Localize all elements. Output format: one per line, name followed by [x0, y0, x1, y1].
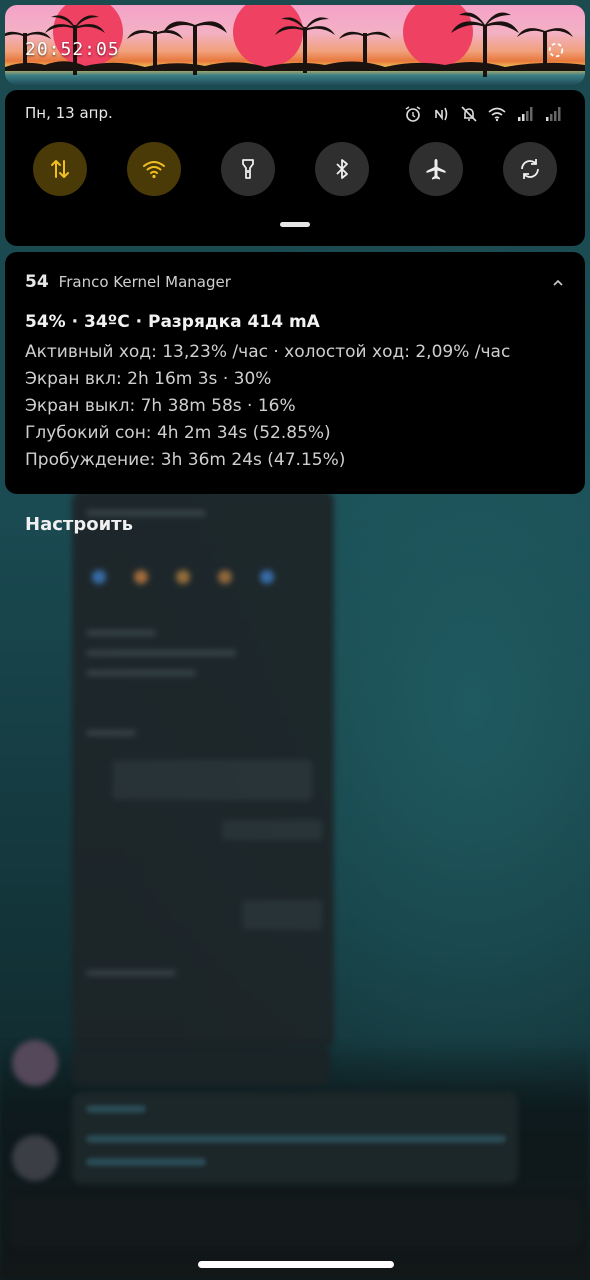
data-arrows-icon — [51, 160, 69, 178]
cell-signal-2-icon — [546, 107, 561, 121]
bg-line — [86, 1105, 146, 1113]
manage-notifications-button[interactable]: Настроить — [25, 514, 133, 535]
bg-avatar — [12, 1040, 58, 1086]
alarm-icon — [405, 106, 421, 122]
bg-dot — [260, 570, 274, 584]
notification-line: Экран вкл: 2h 16m 3s · 30% — [25, 369, 272, 389]
notification-title: 54% · 34ºC · Разрядка 414 mA — [25, 312, 320, 332]
cell-signal-icon — [518, 107, 533, 121]
bg-row — [112, 760, 312, 800]
bg-avatar — [12, 1135, 58, 1181]
nfc-icon — [435, 107, 448, 121]
tile-auto-rotate[interactable] — [503, 142, 557, 196]
clock: 20:52:05 — [25, 39, 120, 60]
loading-spinner-icon — [548, 42, 564, 58]
quick-settings-panel: Пн, 13 апр. — [5, 90, 585, 246]
bg-row — [222, 820, 322, 840]
bg-row — [242, 900, 322, 930]
bg-row — [86, 730, 136, 736]
tile-flashlight[interactable] — [221, 142, 275, 196]
wifi-signal-icon — [488, 107, 506, 122]
bg-input-bar — [10, 1198, 580, 1248]
quick-settings-tiles — [33, 142, 557, 196]
wifi-icon — [143, 161, 165, 179]
tile-wifi[interactable] — [127, 142, 181, 196]
bg-dot — [134, 570, 148, 584]
do-not-disturb-icon — [461, 106, 477, 122]
bg-line — [86, 1158, 206, 1166]
tile-bluetooth[interactable] — [315, 142, 369, 196]
notification-line: Активный ход: 13,23% /час · холостой ход… — [25, 342, 511, 362]
bg-row — [86, 630, 156, 636]
notification-line: Глубокий сон: 4h 2m 34s (52.85%) — [25, 423, 331, 443]
airplane-icon — [426, 159, 446, 180]
notification-body: Активный ход: 13,23% /час · холостой ход… — [25, 339, 510, 474]
bg-row — [86, 670, 196, 676]
notification-header: 54 Franco Kernel Manager — [25, 272, 231, 292]
expand-handle[interactable] — [280, 222, 310, 227]
bg-line — [86, 1135, 506, 1143]
gesture-navigation-bar[interactable] — [198, 1261, 394, 1268]
bg-dot — [218, 570, 232, 584]
flashlight-icon — [242, 159, 254, 179]
notification-card[interactable]: 54 Franco Kernel Manager 54% · 34ºC · Ра… — [5, 252, 585, 494]
bluetooth-icon — [336, 159, 348, 179]
rotate-icon — [521, 159, 539, 179]
bg-dot — [92, 570, 106, 584]
app-name: Franco Kernel Manager — [58, 273, 231, 291]
header-banner: 20:52:05 — [5, 5, 585, 85]
chevron-up-icon[interactable] — [551, 276, 565, 290]
bg-dot — [176, 570, 190, 584]
app-icon-text: 54 — [25, 272, 49, 292]
status-icons — [403, 104, 563, 124]
notification-line: Пробуждение: 3h 36m 24s (47.15%) — [25, 450, 346, 470]
date-label: Пн, 13 апр. — [25, 104, 113, 122]
tile-airplane-mode[interactable] — [409, 142, 463, 196]
bg-bubble — [72, 1046, 330, 1086]
bg-row — [86, 970, 176, 976]
bg-row — [86, 650, 236, 656]
tile-mobile-data[interactable] — [33, 142, 87, 196]
notification-line: Экран выкл: 7h 38m 58s · 16% — [25, 396, 296, 416]
background-app-preview — [72, 490, 334, 1050]
